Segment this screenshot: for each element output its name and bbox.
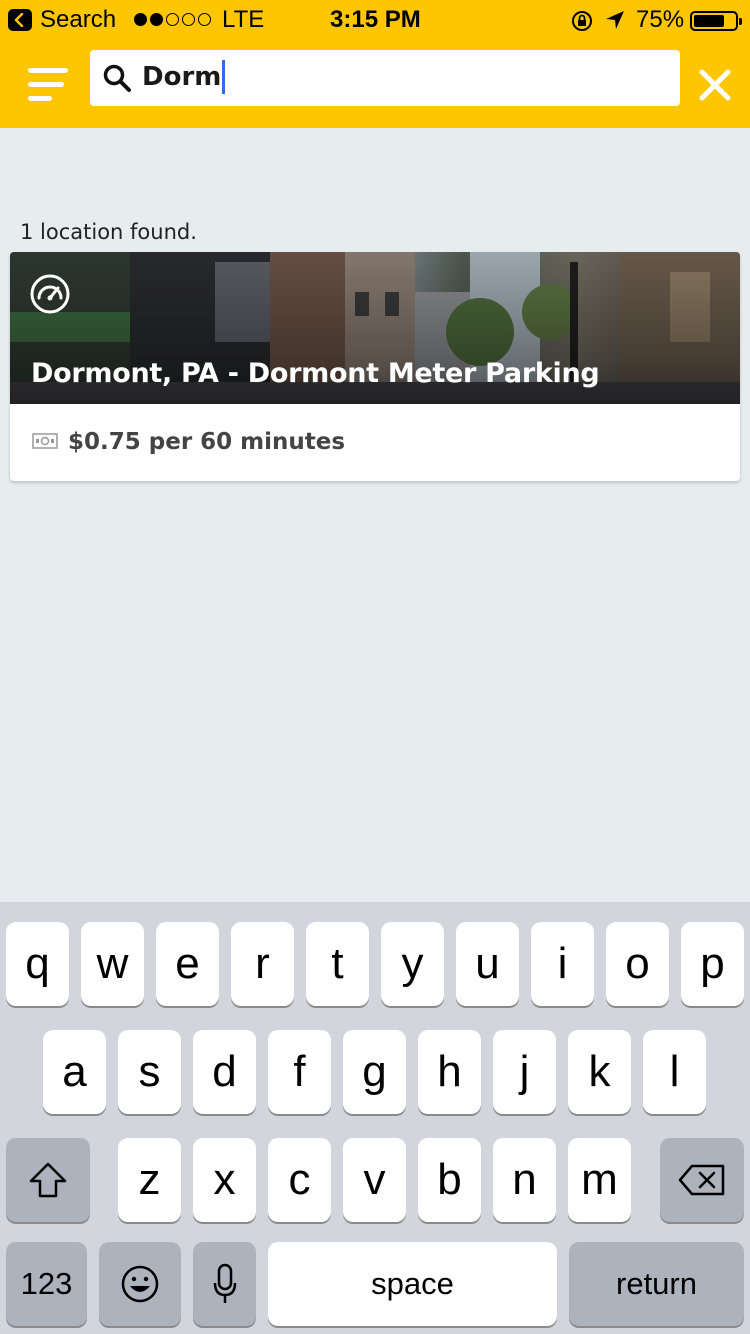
key-x[interactable]: x <box>193 1138 256 1222</box>
key-z[interactable]: z <box>118 1138 181 1222</box>
chevron-left-icon <box>14 13 24 27</box>
shift-key[interactable] <box>6 1138 90 1222</box>
key-q[interactable]: q <box>6 922 69 1006</box>
results-count: 1 location found. <box>20 220 197 244</box>
key-s[interactable]: s <box>118 1030 181 1114</box>
search-input[interactable]: Dorm <box>90 50 680 106</box>
key-v[interactable]: v <box>343 1138 406 1222</box>
location-title: Dormont, PA - Dormont Meter Parking <box>31 358 600 389</box>
back-to-search-button[interactable] <box>8 9 32 31</box>
key-e[interactable]: e <box>156 922 219 1006</box>
battery-icon <box>690 11 742 31</box>
key-n[interactable]: n <box>493 1138 556 1222</box>
rotation-lock-icon <box>572 11 592 31</box>
emoji-key[interactable] <box>99 1242 181 1326</box>
carrier-label: LTE <box>222 6 265 33</box>
key-l[interactable]: l <box>643 1030 706 1114</box>
key-d[interactable]: d <box>193 1030 256 1114</box>
key-y[interactable]: y <box>381 922 444 1006</box>
rate-text: $0.75 per 60 minutes <box>68 429 346 455</box>
key-a[interactable]: a <box>43 1030 106 1114</box>
key-o[interactable]: o <box>606 922 669 1006</box>
location-photo: Dormont, PA - Dormont Meter Parking <box>10 252 740 404</box>
location-card[interactable]: Dormont, PA - Dormont Meter Parking $0.7… <box>10 252 740 481</box>
keyboard: q w e r t y u i o p a s d f g h j k l z … <box>0 902 750 1334</box>
key-r[interactable]: r <box>231 922 294 1006</box>
search-icon <box>103 64 131 92</box>
status-bar: Search LTE 3:15 PM 75% <box>0 0 750 40</box>
key-g[interactable]: g <box>343 1030 406 1114</box>
search-query-text: Dorm <box>142 60 226 94</box>
microphone-icon <box>213 1263 236 1303</box>
emoji-icon <box>121 1265 159 1303</box>
key-h[interactable]: h <box>418 1030 481 1114</box>
location-arrow-icon <box>606 11 624 29</box>
clock: 3:15 PM <box>330 6 421 33</box>
key-t[interactable]: t <box>306 922 369 1006</box>
key-j[interactable]: j <box>493 1030 556 1114</box>
numbers-key[interactable]: 123 <box>6 1242 87 1326</box>
return-key[interactable]: return <box>569 1242 744 1326</box>
key-u[interactable]: u <box>456 922 519 1006</box>
key-m[interactable]: m <box>568 1138 631 1222</box>
text-caret <box>222 60 226 94</box>
key-c[interactable]: c <box>268 1138 331 1222</box>
key-f[interactable]: f <box>268 1030 331 1114</box>
menu-icon[interactable] <box>28 68 68 102</box>
parking-meter-icon <box>30 274 70 314</box>
key-i[interactable]: i <box>531 922 594 1006</box>
backspace-icon <box>678 1164 725 1196</box>
key-p[interactable]: p <box>681 922 744 1006</box>
dictation-key[interactable] <box>193 1242 256 1326</box>
key-k[interactable]: k <box>568 1030 631 1114</box>
key-b[interactable]: b <box>418 1138 481 1222</box>
key-w[interactable]: w <box>81 922 144 1006</box>
close-icon[interactable] <box>698 68 732 102</box>
signal-strength-icon <box>134 13 211 26</box>
back-app-label[interactable]: Search <box>40 6 116 34</box>
space-key[interactable]: space <box>268 1242 557 1326</box>
battery-percent: 75% <box>636 6 685 33</box>
money-bill-icon <box>32 433 58 449</box>
backspace-key[interactable] <box>660 1138 744 1222</box>
location-rate-row: $0.75 per 60 minutes <box>10 404 740 481</box>
app-header: Dorm <box>0 40 750 128</box>
shift-icon <box>29 1162 67 1198</box>
